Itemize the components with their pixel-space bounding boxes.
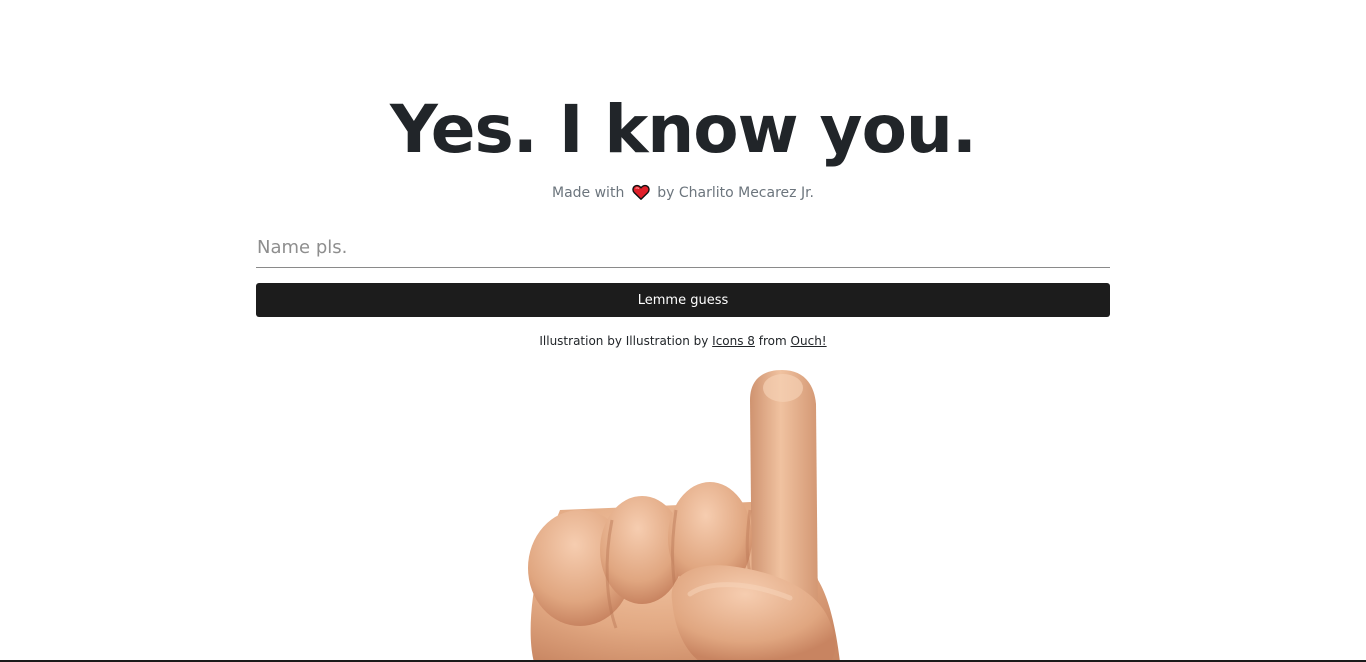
byline-suffix: by Charlito Mecarez Jr.	[657, 185, 814, 201]
illustration-credit: Illustration by Illustration by Icons 8 …	[0, 333, 1366, 350]
heart-icon	[632, 184, 650, 206]
byline: Made with by Charlito Mecarez Jr.	[0, 183, 1366, 206]
byline-prefix: Made with	[552, 185, 625, 201]
page: Yes. I know you. Made with by Charlito M…	[0, 0, 1366, 662]
page-title: Yes. I know you.	[390, 91, 977, 168]
name-input[interactable]	[256, 228, 1110, 268]
pointing-hand-icon	[500, 360, 860, 662]
credit-middle: from	[758, 334, 787, 348]
icons8-link[interactable]: Icons 8	[712, 334, 755, 348]
ouch-link[interactable]: Ouch!	[791, 334, 827, 348]
credit-prefix: Illustration by Illustration by	[539, 334, 709, 348]
lemme-guess-button[interactable]: Lemme guess	[256, 283, 1110, 317]
